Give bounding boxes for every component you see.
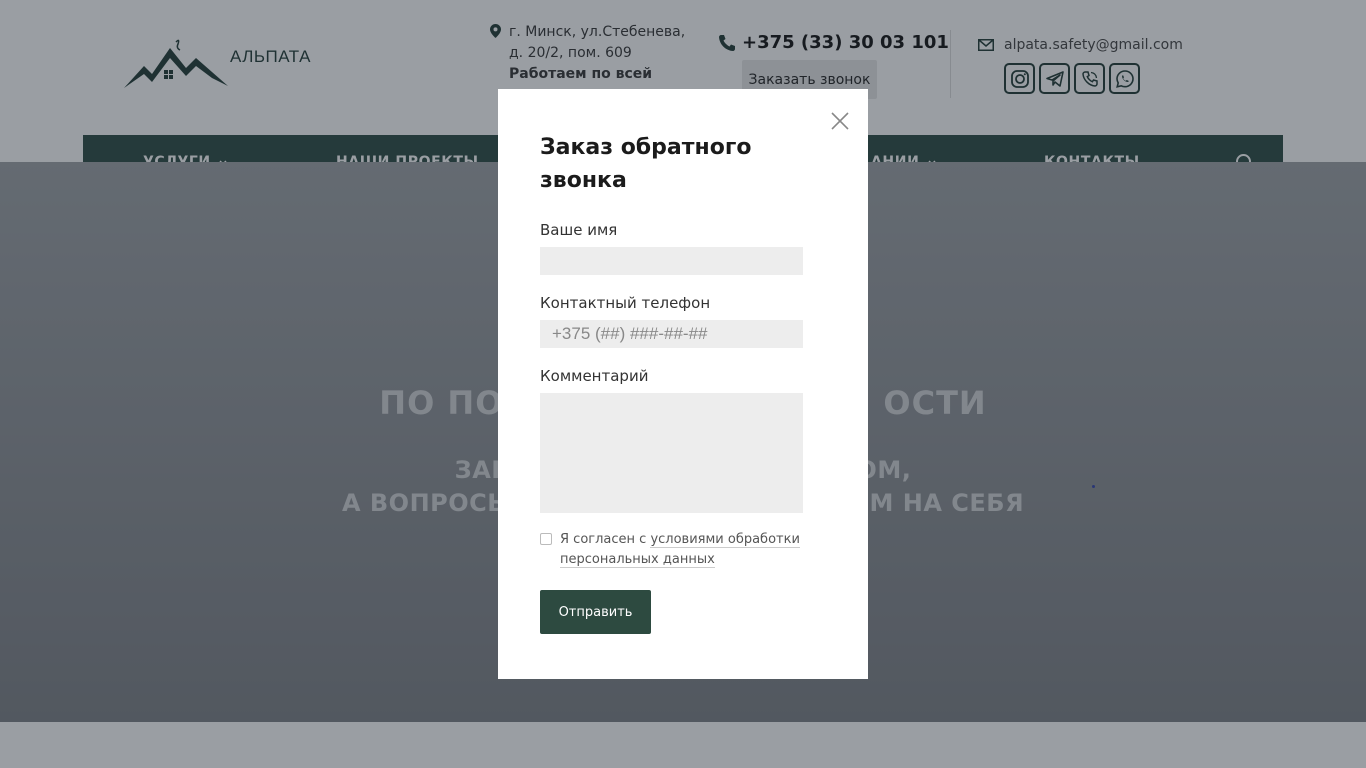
submit-button[interactable]: Отправить <box>540 590 651 634</box>
consent-checkbox[interactable] <box>540 533 552 545</box>
name-input[interactable] <box>540 247 803 275</box>
phone-input[interactable] <box>540 320 803 348</box>
comment-textarea[interactable] <box>540 393 803 513</box>
comment-label: Комментарий <box>540 367 649 385</box>
modal-title: Заказ обратного звонка <box>540 135 752 193</box>
callback-modal: Заказ обратного звонка Ваше имя Контактн… <box>498 89 868 679</box>
phone-label: Контактный телефон <box>540 294 711 312</box>
close-icon[interactable] <box>830 111 850 131</box>
consent-text: Я согласен с условиями обработки персона… <box>560 532 800 568</box>
name-label: Ваше имя <box>540 221 618 239</box>
